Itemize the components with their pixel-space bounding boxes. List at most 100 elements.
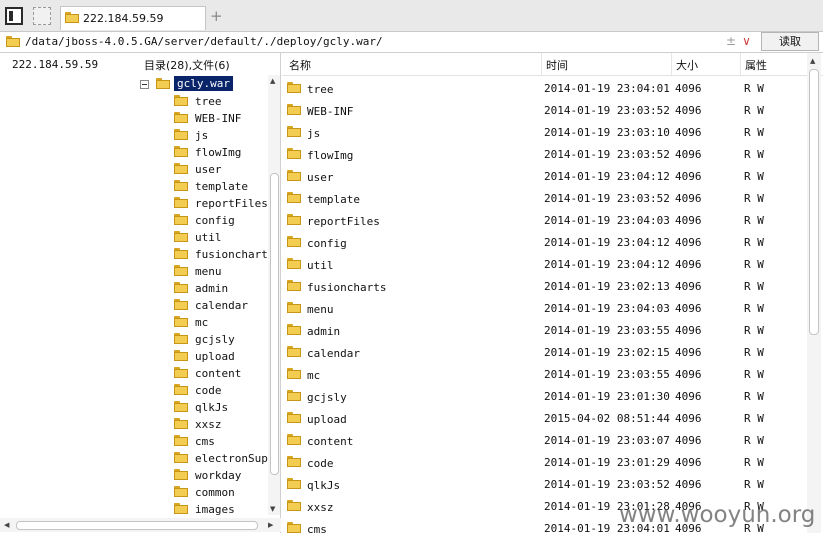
file-row[interactable]: code 2014-01-19 23:01:29 4096 R W — [282, 452, 807, 474]
file-row[interactable]: calendar 2014-01-19 23:02:15 4096 R W — [282, 342, 807, 364]
file-row[interactable]: template 2014-01-19 23:03:52 4096 R W — [282, 188, 807, 210]
tree-item[interactable]: fusioncharts — [174, 246, 270, 263]
chevron-down-icon[interactable]: ∨ — [742, 34, 751, 48]
tree-item[interactable]: qlkJs — [174, 399, 270, 416]
tree-item[interactable]: template — [174, 178, 270, 195]
file-size: 4096 — [675, 148, 702, 161]
tree-item-label: xxsz — [195, 418, 222, 431]
address-bar[interactable]: /data/jboss-4.0.5.GA/server/default/./de… — [0, 32, 823, 53]
file-time: 2014-01-19 23:04:12 — [544, 236, 670, 249]
tree-item-label: upload — [195, 350, 235, 363]
scroll-up-icon[interactable]: ▲ — [810, 57, 815, 65]
scroll-down-icon[interactable]: ▼ — [270, 505, 275, 513]
tree-vertical-scrollbar[interactable]: ▲ ▼ — [268, 75, 280, 515]
file-row[interactable]: reportFiles 2014-01-19 23:04:03 4096 R W — [282, 210, 807, 232]
tree-hscroll-thumb[interactable] — [16, 521, 258, 530]
tree-item[interactable]: code — [174, 382, 270, 399]
file-name: cms — [307, 523, 327, 533]
tree-item[interactable]: js — [174, 127, 270, 144]
tree-item-label: cms — [195, 435, 215, 448]
file-attr: R W — [744, 170, 764, 183]
file-row[interactable]: admin 2014-01-19 23:03:55 4096 R W — [282, 320, 807, 342]
path-input[interactable]: /data/jboss-4.0.5.GA/server/default/./de… — [25, 35, 383, 48]
file-attr: R W — [744, 214, 764, 227]
tree-item[interactable]: images — [174, 501, 270, 518]
col-size[interactable]: 大小 — [676, 57, 698, 73]
file-attr: R W — [744, 192, 764, 205]
minus-icon[interactable] — [140, 80, 149, 89]
col-attr[interactable]: 属性 — [745, 57, 767, 73]
file-row[interactable]: upload 2015-04-02 08:51:44 4096 R W — [282, 408, 807, 430]
file-row[interactable]: user 2014-01-19 23:04:12 4096 R W — [282, 166, 807, 188]
tree-scroll-thumb[interactable] — [270, 173, 279, 475]
file-row[interactable]: fusioncharts 2014-01-19 23:02:13 4096 R W — [282, 276, 807, 298]
file-attr: R W — [744, 434, 764, 447]
address-controls[interactable]: ± ∨ — [726, 34, 751, 48]
file-row[interactable]: mc 2014-01-19 23:03:55 4096 R W — [282, 364, 807, 386]
file-attr: R W — [744, 258, 764, 271]
file-row[interactable]: flowImg 2014-01-19 23:03:52 4096 R W — [282, 144, 807, 166]
tree-item[interactable]: electronSuper — [174, 450, 270, 467]
tree-item[interactable]: cms — [174, 433, 270, 450]
tree-item[interactable]: common — [174, 484, 270, 501]
tree-item-label: qlkJs — [195, 401, 229, 414]
file-attr: R W — [744, 412, 764, 425]
scroll-right-icon[interactable]: ▶ — [268, 521, 273, 529]
file-name: WEB-INF — [307, 105, 354, 118]
read-button[interactable]: 读取 — [761, 32, 819, 51]
files-scroll-thumb[interactable] — [809, 69, 819, 335]
file-time: 2014-01-19 23:04:03 — [544, 214, 670, 227]
file-row[interactable]: js 2014-01-19 23:03:10 4096 R W — [282, 122, 807, 144]
tree-item[interactable]: calendar — [174, 297, 270, 314]
file-time: 2014-01-19 23:03:52 — [544, 148, 670, 161]
files-vertical-scrollbar[interactable]: ▲ — [807, 53, 821, 533]
tree-horizontal-scrollbar[interactable]: ◀ ▶ — [0, 518, 281, 532]
folder-icon — [287, 522, 301, 533]
file-size: 4096 — [675, 368, 702, 381]
item-counts: 目录(28),文件(6) — [144, 59, 230, 72]
file-row[interactable]: menu 2014-01-19 23:04:03 4096 R W — [282, 298, 807, 320]
file-name: menu — [307, 303, 334, 316]
folder-icon — [174, 214, 188, 225]
tab-host[interactable]: 222.184.59.59 — [60, 6, 206, 30]
folder-icon — [174, 265, 188, 276]
file-row[interactable]: config 2014-01-19 23:04:12 4096 R W — [282, 232, 807, 254]
file-row[interactable]: gcjsly 2014-01-19 23:01:30 4096 R W — [282, 386, 807, 408]
tree-item[interactable]: util — [174, 229, 270, 246]
col-time[interactable]: 时间 — [546, 57, 568, 73]
window-layout-icon[interactable] — [5, 7, 23, 25]
tree-item-label: workday — [195, 469, 242, 482]
tree-item[interactable]: upload — [174, 348, 270, 365]
scroll-left-icon[interactable]: ◀ — [4, 521, 9, 529]
tree-item[interactable]: xxsz — [174, 416, 270, 433]
tree-item[interactable]: reportFiles — [174, 195, 270, 212]
file-size: 4096 — [675, 390, 702, 403]
tree-item[interactable]: gcjsly — [174, 331, 270, 348]
tree-item[interactable]: tree — [174, 93, 270, 110]
file-row[interactable]: content 2014-01-19 23:03:07 4096 R W — [282, 430, 807, 452]
tree-item[interactable]: user — [174, 161, 270, 178]
tree-item[interactable]: workday — [174, 467, 270, 484]
file-attr: R W — [744, 236, 764, 249]
col-name[interactable]: 名称 — [289, 57, 311, 73]
tree-item[interactable]: mc — [174, 314, 270, 331]
tree-item[interactable]: config — [174, 212, 270, 229]
tree-item[interactable]: content — [174, 365, 270, 382]
file-row[interactable]: tree 2014-01-19 23:04:01 4096 R W — [282, 78, 807, 100]
folder-icon — [174, 180, 188, 191]
plus-icon[interactable]: + — [210, 7, 223, 25]
tree-item-label: js — [195, 129, 209, 142]
file-row[interactable]: qlkJs 2014-01-19 23:03:52 4096 R W — [282, 474, 807, 496]
tree-root-label[interactable]: gcly.war — [174, 76, 233, 91]
tree-item-label: images — [195, 503, 235, 516]
tree-item[interactable]: admin — [174, 280, 270, 297]
tree-item[interactable]: menu — [174, 263, 270, 280]
file-row[interactable]: WEB-INF 2014-01-19 23:03:52 4096 R W — [282, 100, 807, 122]
tree-item-label: WEB-INF — [195, 112, 242, 125]
tree-item[interactable]: WEB-INF — [174, 110, 270, 127]
file-row[interactable]: util 2014-01-19 23:04:12 4096 R W — [282, 254, 807, 276]
tree-item[interactable]: flowImg — [174, 144, 270, 161]
window-layout-alt-icon[interactable] — [33, 7, 51, 25]
scroll-up-icon[interactable]: ▲ — [270, 77, 275, 85]
move-icon[interactable]: ± — [726, 34, 736, 48]
